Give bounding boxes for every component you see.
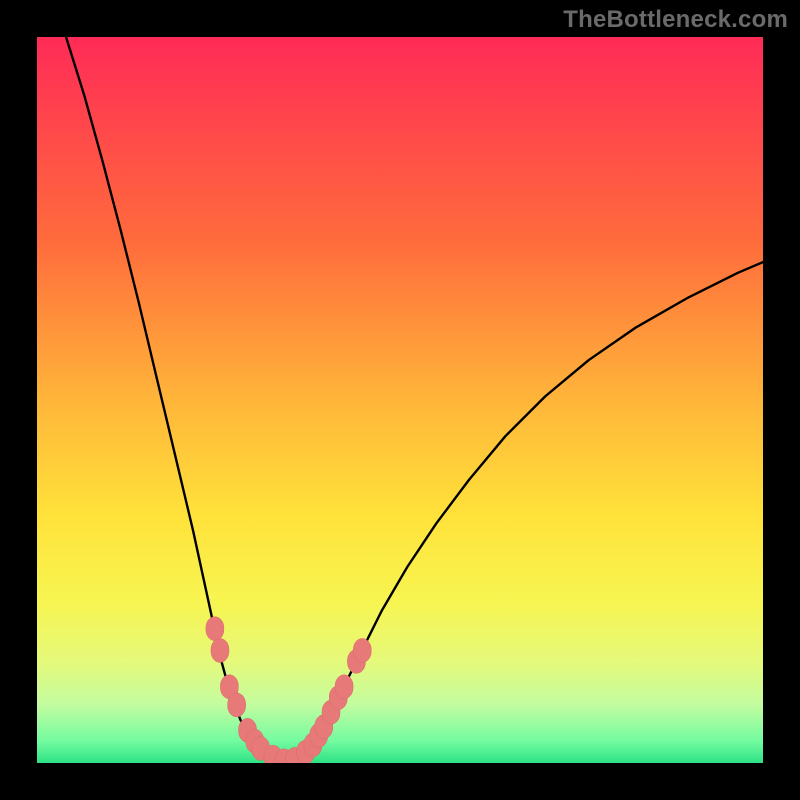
- plot-svg: [37, 37, 763, 763]
- chart-frame: TheBottleneck.com: [0, 0, 800, 800]
- data-marker: [228, 693, 246, 717]
- plot-area: [37, 37, 763, 763]
- data-marker: [335, 675, 353, 699]
- data-marker: [211, 638, 229, 662]
- data-marker: [353, 638, 371, 662]
- watermark-text: TheBottleneck.com: [563, 6, 788, 34]
- gradient-background: [37, 37, 763, 763]
- data-marker: [206, 617, 224, 641]
